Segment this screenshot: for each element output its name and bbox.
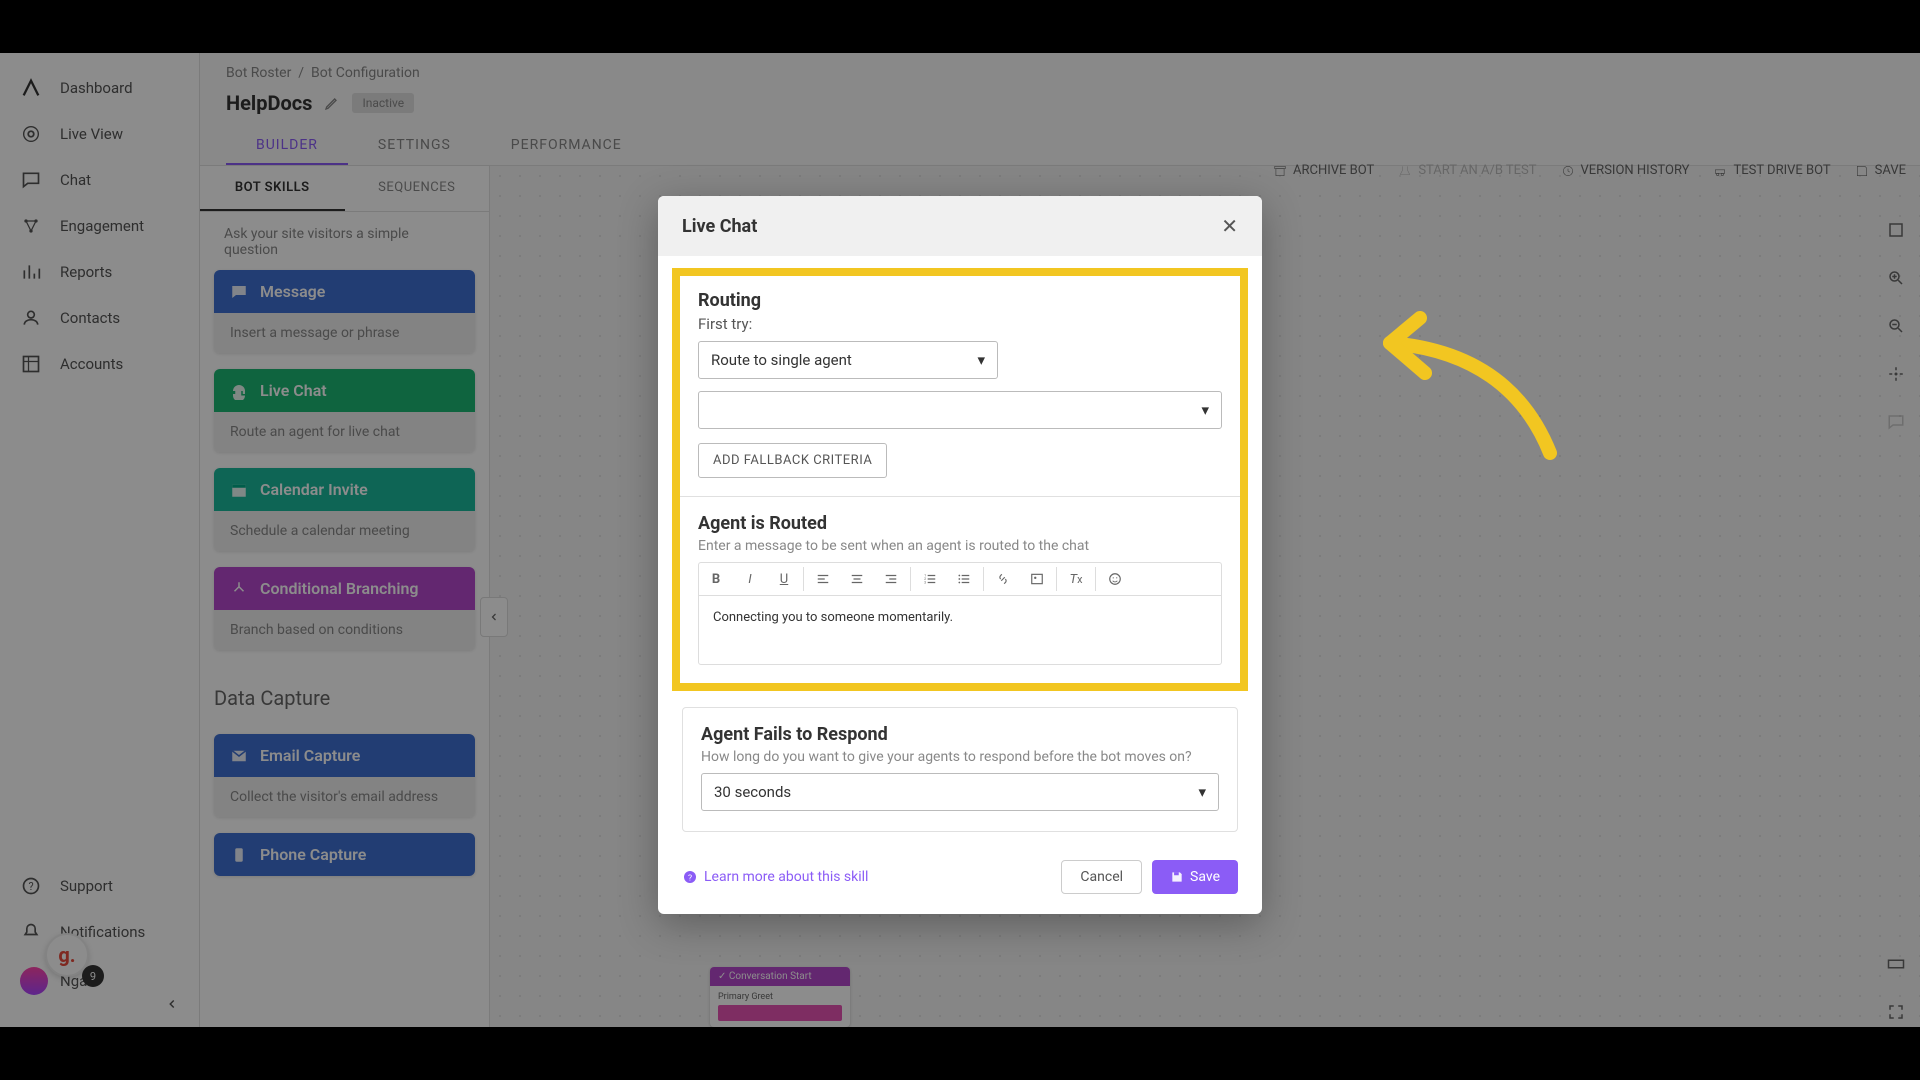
- rte-toolbar: B I U 123 Tx: [698, 562, 1222, 595]
- modal-title: Live Chat: [682, 216, 757, 237]
- align-center-icon[interactable]: [840, 563, 874, 595]
- agent-routed-hint: Enter a message to be sent when an agent…: [698, 538, 1222, 554]
- learn-more-link[interactable]: ? Learn more about this skill: [682, 869, 868, 885]
- save-modal-button[interactable]: Save: [1152, 860, 1238, 894]
- first-try-label: First try:: [698, 315, 1222, 333]
- rte-editor[interactable]: Connecting you to someone momentarily.: [698, 595, 1222, 665]
- italic-icon[interactable]: I: [733, 563, 767, 595]
- add-fallback-button[interactable]: ADD FALLBACK CRITERIA: [698, 443, 887, 478]
- align-left-icon[interactable]: [806, 563, 840, 595]
- svg-text:?: ?: [688, 873, 692, 883]
- routing-highlight-box: Routing First try: Route to single agent…: [672, 268, 1248, 691]
- image-icon[interactable]: [1020, 563, 1054, 595]
- align-right-icon[interactable]: [874, 563, 908, 595]
- ordered-list-icon[interactable]: 123: [913, 563, 947, 595]
- routing-heading: Routing: [698, 290, 1222, 311]
- close-icon[interactable]: ✕: [1221, 214, 1238, 238]
- emoji-icon[interactable]: [1098, 563, 1132, 595]
- bold-icon[interactable]: B: [699, 563, 733, 595]
- route-select[interactable]: Route to single agent ▾: [698, 341, 998, 379]
- clear-format-icon[interactable]: Tx: [1059, 563, 1093, 595]
- chevron-down-icon: ▾: [977, 351, 985, 369]
- svg-text:3: 3: [924, 581, 926, 585]
- live-chat-modal: Live Chat ✕ Routing First try: Route to …: [658, 196, 1262, 914]
- agent-fails-section: Agent Fails to Respond How long do you w…: [682, 707, 1238, 832]
- chevron-down-icon: ▾: [1198, 783, 1206, 801]
- fails-hint: How long do you want to give your agents…: [701, 749, 1219, 765]
- chevron-down-icon: ▾: [1201, 401, 1209, 419]
- agent-select[interactable]: ▾: [698, 391, 1222, 429]
- link-icon[interactable]: [986, 563, 1020, 595]
- cancel-button[interactable]: Cancel: [1061, 860, 1142, 894]
- fails-heading: Agent Fails to Respond: [701, 724, 1219, 745]
- timeout-select[interactable]: 30 seconds ▾: [701, 773, 1219, 811]
- agent-routed-heading: Agent is Routed: [698, 513, 1222, 534]
- underline-icon[interactable]: U: [767, 563, 801, 595]
- bullet-list-icon[interactable]: [947, 563, 981, 595]
